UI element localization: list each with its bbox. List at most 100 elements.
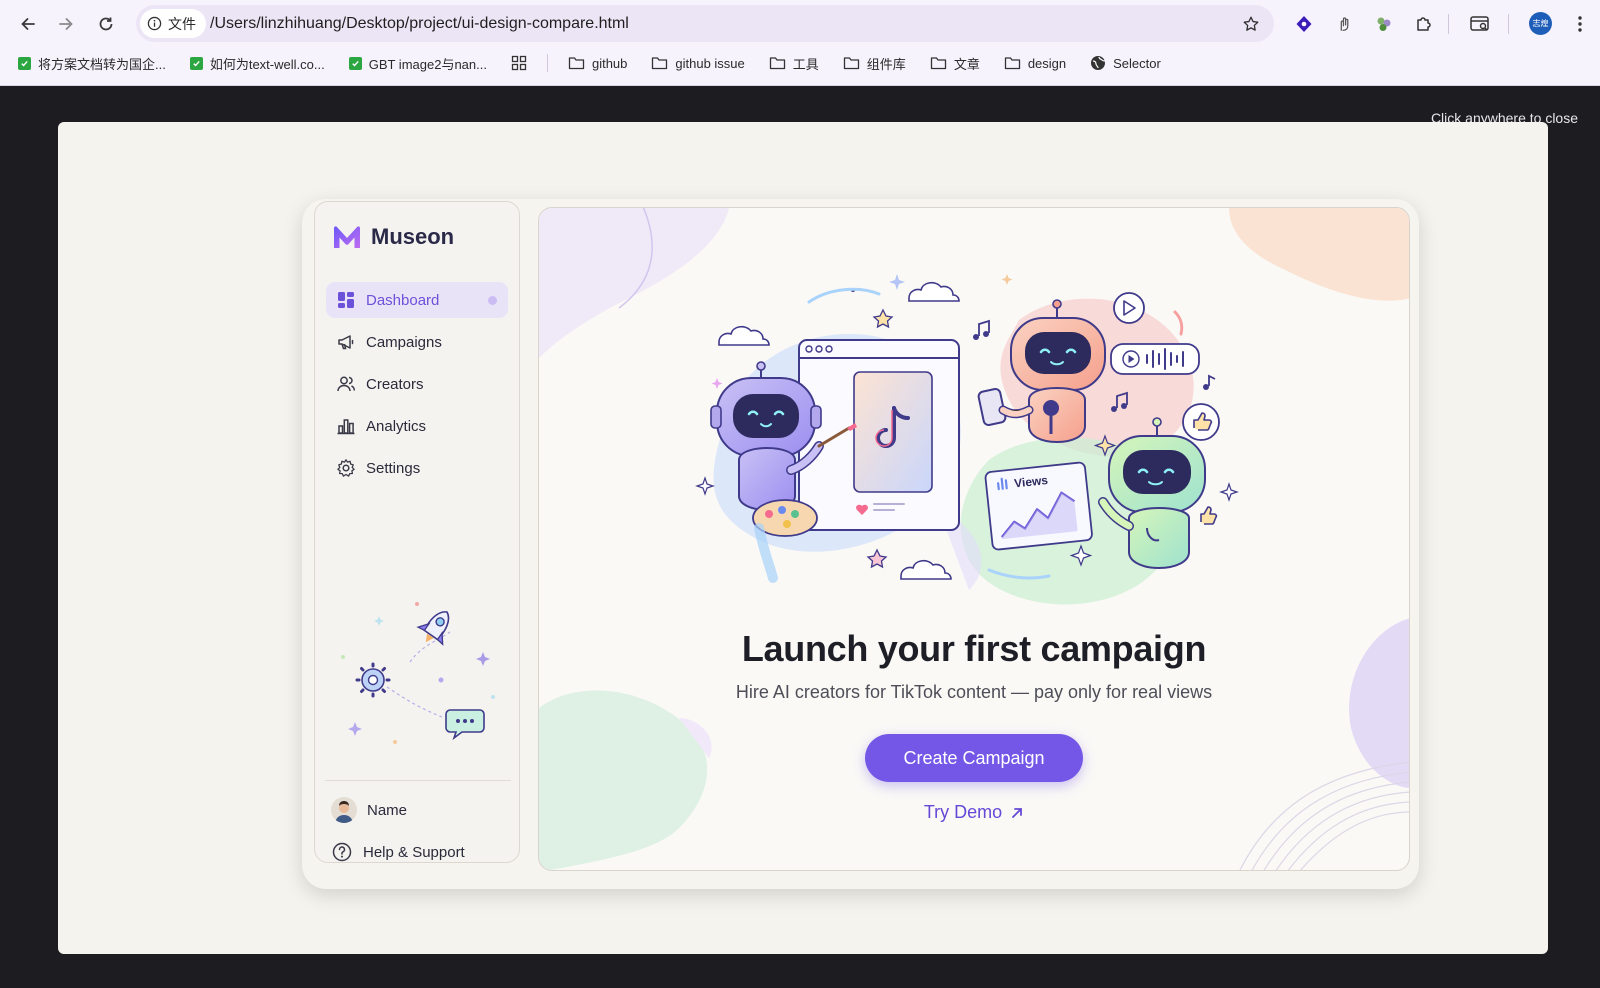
- page-title: Launch your first campaign: [741, 628, 1207, 669]
- bookmark-item[interactable]: 如何为text-well.co...: [184, 51, 331, 76]
- brand[interactable]: Museon: [331, 224, 454, 250]
- folder-icon: [652, 57, 668, 70]
- try-demo-link[interactable]: Try Demo: [539, 802, 1409, 823]
- page-subtitle: Hire AI creators for TikTok content — pa…: [735, 682, 1213, 702]
- dashboard-icon: [338, 292, 354, 308]
- folder-icon: [1004, 57, 1020, 70]
- sidebar-item-creators[interactable]: Creators: [326, 366, 508, 402]
- sidebar-item-label: Analytics: [366, 417, 427, 435]
- site-info-chip[interactable]: 文件: [140, 9, 206, 38]
- gear-icon: [337, 459, 355, 477]
- forward-button[interactable]: [50, 8, 82, 40]
- users-icon: [337, 376, 356, 392]
- bookmark-folder[interactable]: design: [998, 53, 1072, 74]
- sidebar-item-label: Creators: [366, 375, 424, 393]
- selector-label: Selector: [1113, 55, 1161, 71]
- rocket-gear-chat-illustration: [341, 602, 495, 744]
- arrow-up-right-icon: [1012, 807, 1023, 818]
- check-icon: [348, 56, 362, 70]
- folder-label: github issue: [675, 55, 745, 71]
- bookmark-folder[interactable]: github issue: [645, 53, 750, 74]
- avatar: [331, 797, 357, 823]
- folder-icon: [769, 57, 785, 70]
- help-label: Help & Support: [363, 843, 465, 861]
- try-demo-label: Try Demo: [923, 802, 1003, 822]
- user-profile-row[interactable]: Name: [329, 792, 509, 828]
- folder-label: github: [591, 55, 628, 71]
- toolbar-separator: [1508, 14, 1509, 34]
- grid-icon: [511, 55, 527, 71]
- toolbar-separator: [1448, 14, 1449, 34]
- bookmark-folder[interactable]: 工具: [763, 51, 825, 76]
- help-support-link[interactable]: Help & Support: [329, 834, 509, 870]
- globe-icon: [1091, 56, 1106, 70]
- create-campaign-button[interactable]: Create Campaign: [865, 734, 1083, 782]
- preview-modal[interactable]: Museon Dashboard Campaigns Creators Anal…: [58, 122, 1548, 954]
- bookmark-label: GBT image2与nan...: [368, 56, 487, 72]
- hand-extension-icon: [1340, 17, 1349, 31]
- arrow-left-icon: [21, 18, 35, 30]
- browser-menu-button[interactable]: [1566, 10, 1594, 38]
- active-indicator: [488, 296, 497, 305]
- folder-label: 工具: [792, 56, 819, 72]
- bookmark-star-button[interactable]: [1238, 11, 1264, 37]
- back-button[interactable]: [12, 8, 44, 40]
- extensions-button[interactable]: [1410, 10, 1438, 38]
- bookmark-folder[interactable]: 组件库: [837, 51, 912, 76]
- folder-label: design: [1027, 55, 1067, 71]
- diamond-extension-icon: [1296, 16, 1312, 32]
- brand-name: Museon: [371, 224, 455, 249]
- reload-button[interactable]: [90, 8, 122, 40]
- sidebar-item-label: Settings: [366, 459, 421, 477]
- bookmarks-bar: 将方案文档转为国企... 如何为text-well.co... GBT imag…: [12, 50, 1167, 76]
- folder-label: 组件库: [866, 56, 906, 72]
- bookmarks-separator: [546, 54, 548, 72]
- sidebar-item-campaigns[interactable]: Campaigns: [326, 324, 508, 360]
- extension-puzzle-green[interactable]: [1370, 10, 1398, 38]
- check-icon: [18, 56, 31, 70]
- sidebar-nav: Dashboard Campaigns Creators Analytics S…: [326, 282, 508, 492]
- sidebar-item-label: Campaigns: [366, 333, 442, 351]
- bar-chart-icon: [337, 419, 355, 435]
- arrow-right-icon: [59, 18, 73, 30]
- folder-label: 文章: [953, 56, 980, 72]
- sidebar-item-settings[interactable]: Settings: [326, 450, 508, 486]
- info-icon: [147, 16, 162, 31]
- help-circle-icon: [332, 842, 352, 862]
- sidebar-item-analytics[interactable]: Analytics: [326, 408, 508, 444]
- sidebar-footer: Name Help & Support: [329, 792, 509, 876]
- star-icon: [1243, 16, 1259, 31]
- folder-icon: [843, 57, 859, 70]
- sidebar-divider: [325, 780, 511, 781]
- bookmark-item[interactable]: 将方案文档转为国企...: [12, 51, 172, 76]
- user-name: Name: [367, 801, 408, 819]
- ai-creators-illustration: Views: [695, 274, 1239, 605]
- hero-illustration: Views: [689, 260, 1249, 620]
- reload-icon: [99, 17, 113, 31]
- more-vertical-icon: [1578, 16, 1582, 32]
- extension-hand[interactable]: [1330, 10, 1358, 38]
- bookmark-label: 如何为text-well.co...: [209, 56, 325, 72]
- extension-diamond[interactable]: [1290, 10, 1318, 38]
- megaphone-icon: [338, 335, 354, 350]
- bookmark-folder[interactable]: github: [562, 53, 633, 74]
- address-bar[interactable]: 文件 /Users/linzhihuang/Desktop/project/ui…: [136, 5, 1274, 42]
- logo-icon: [334, 226, 360, 248]
- cluster-extension-icon: [1377, 17, 1391, 31]
- sidebar-illustration: [335, 602, 503, 752]
- check-icon: [189, 56, 203, 70]
- profile-avatar[interactable]: 志煌: [1529, 12, 1552, 35]
- sidebar-item-dashboard[interactable]: Dashboard: [326, 282, 508, 318]
- puzzle-icon: [1417, 17, 1431, 31]
- apps-button[interactable]: [505, 52, 533, 74]
- site-chip-label: 文件: [168, 15, 196, 32]
- bookmark-selector[interactable]: Selector: [1084, 52, 1167, 74]
- sidebar-item-label: Dashboard: [366, 291, 440, 309]
- url-text[interactable]: /Users/linzhihuang/Desktop/project/ui-de…: [210, 15, 629, 33]
- tab-search-button[interactable]: [1466, 10, 1494, 38]
- bookmark-label: 将方案文档转为国企...: [38, 56, 166, 72]
- app-preview: Museon Dashboard Campaigns Creators Anal…: [302, 199, 1419, 889]
- bookmark-folder[interactable]: 文章: [924, 51, 986, 76]
- bookmark-item[interactable]: GBT image2与nan...: [343, 51, 493, 76]
- folder-icon: [930, 57, 946, 70]
